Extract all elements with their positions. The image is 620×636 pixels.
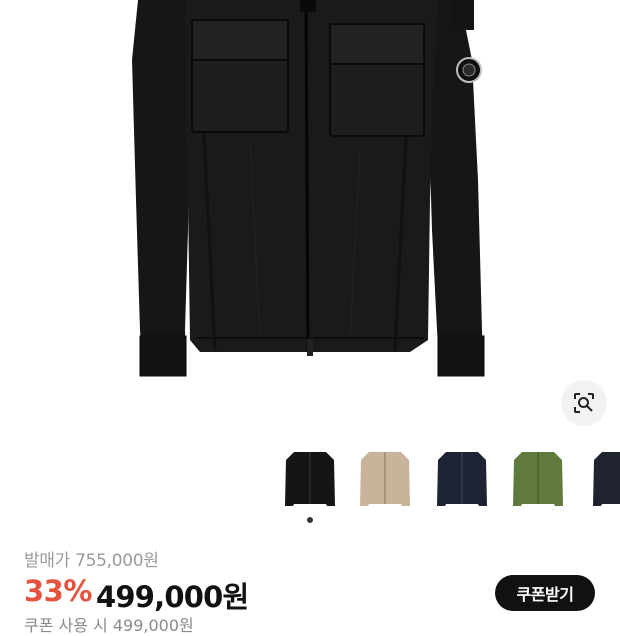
coupon-price-line: 쿠폰 사용 시 499,000원 bbox=[24, 616, 194, 635]
selected-thumbnail-indicator bbox=[307, 517, 313, 523]
visual-search-button[interactable] bbox=[561, 380, 607, 426]
thumbnail-navy[interactable] bbox=[432, 446, 492, 510]
jacket-thumbnail-image bbox=[593, 452, 620, 506]
color-thumbnail-strip bbox=[280, 440, 620, 526]
jacket-thumbnail-image bbox=[513, 452, 563, 506]
jacket-thumbnail-image bbox=[437, 452, 487, 506]
original-price: 발매가 755,000원 bbox=[24, 551, 159, 571]
lens-search-icon bbox=[574, 393, 594, 413]
sale-price: 499,000원 bbox=[96, 580, 249, 614]
jacket-thumbnail-image bbox=[360, 452, 410, 506]
jacket-thumbnail-image bbox=[285, 452, 335, 506]
product-main-image[interactable] bbox=[0, 0, 620, 440]
thumbnail-dark-navy[interactable] bbox=[588, 446, 620, 510]
thumbnail-green[interactable] bbox=[508, 446, 568, 510]
discount-rate: 33% bbox=[24, 574, 92, 608]
thumbnail-beige[interactable] bbox=[355, 446, 415, 510]
thumbnail-black[interactable] bbox=[280, 446, 340, 510]
jacket-image bbox=[132, 0, 485, 377]
get-coupon-button[interactable]: 쿠폰받기 bbox=[495, 575, 595, 611]
